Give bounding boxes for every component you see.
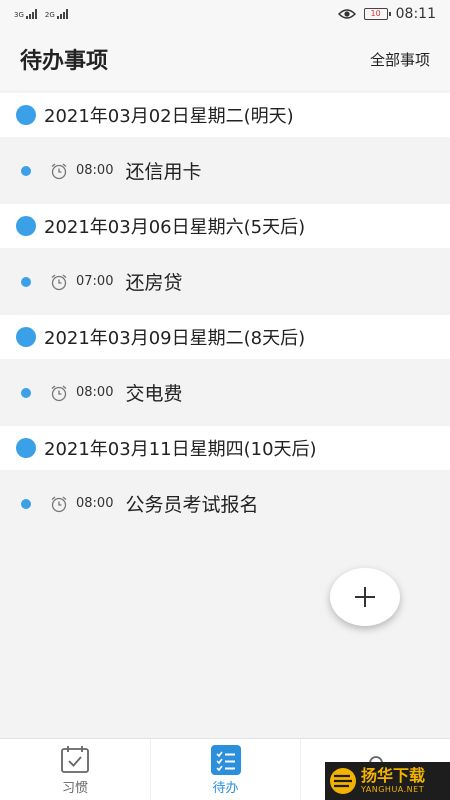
network-type-label: 2G [44,11,55,19]
date-label: 2021年03月06日星期六(5天后) [44,217,306,238]
todo-item[interactable]: 07:00 还房贷 [0,248,450,315]
battery-icon: 10 [363,8,391,20]
timeline-item-dot [21,499,31,509]
date-header: 2021年03月09日星期二(8天后) [0,315,450,359]
todo-title: 公务员考试报名 [125,494,259,516]
todo-time: 07:00 [76,274,114,289]
date-header: 2021年03月11日星期四(10天后) [0,426,450,470]
todo-time: 08:00 [76,385,114,400]
todo-time: 08:00 [76,496,114,511]
app-header: 待办事项 全部事项 [0,28,450,90]
plus-icon [355,587,375,607]
watermark-logo-icon [330,768,356,794]
alarm-clock-icon [51,496,67,512]
date-label: 2021年03月11日星期四(10天后) [44,439,317,460]
timeline-date-dot [16,327,36,347]
alarm-clock-icon [51,274,67,290]
signal-bars-icon [56,9,68,19]
tab-label: 习惯 [61,780,88,796]
page-title: 待办事项 [20,49,109,74]
network-type-label: 3G [14,11,24,19]
date-label: 2021年03月02日星期二(明天) [44,106,294,127]
signal-bars-icon [25,9,37,19]
todo-item[interactable]: 08:00 公务员考试报名 [0,470,450,537]
clock: 08:11 [395,6,436,22]
watermark: 扬华下载 YANGHUA.NET [325,762,450,800]
date-label: 2021年03月09日星期二(8天后) [44,328,306,349]
tab-habits[interactable]: 习惯 [0,739,150,800]
watermark-en: YANGHUA.NET [361,785,425,794]
todo-item[interactable]: 08:00 还信用卡 [0,137,450,204]
alarm-clock-icon [51,163,67,179]
status-bar: 3G 2G 10 08:11 [0,0,450,28]
status-right: 10 08:11 [337,6,436,22]
todo-title: 交电费 [125,383,183,405]
todo-time: 08:00 [76,163,114,178]
todo-title: 还信用卡 [125,161,202,183]
timeline-date-dot [16,438,36,458]
tab-label: 待办 [212,780,239,796]
timeline-item-dot [21,166,31,176]
timeline-date-dot [16,105,36,125]
todo-title: 还房贷 [125,272,183,294]
timeline-date-dot [16,216,36,236]
all-items-button[interactable]: 全部事项 [370,49,430,70]
todo-timeline: 2021年03月02日星期二(明天) 08:00 还信用卡 2021年03月06… [0,90,450,537]
todo-item[interactable]: 08:00 交电费 [0,359,450,426]
watermark-cn: 扬华下载 [361,766,426,785]
calendar-check-icon [61,745,89,773]
tab-todo[interactable]: 待办 [150,739,300,800]
eye-icon [337,9,356,19]
cell-signal-1: 3G [14,9,37,19]
watermark-text: 扬华下载 YANGHUA.NET [361,767,425,795]
timeline-item-dot [21,388,31,398]
date-header: 2021年03月02日星期二(明天) [0,93,450,137]
date-header: 2021年03月06日星期六(5天后) [0,204,450,248]
timeline-item-dot [21,277,31,287]
alarm-clock-icon [51,385,67,401]
status-left: 3G 2G [14,9,68,19]
add-todo-button[interactable] [330,568,400,626]
cell-signal-2: 2G [45,9,68,19]
checklist-icon [210,744,241,775]
